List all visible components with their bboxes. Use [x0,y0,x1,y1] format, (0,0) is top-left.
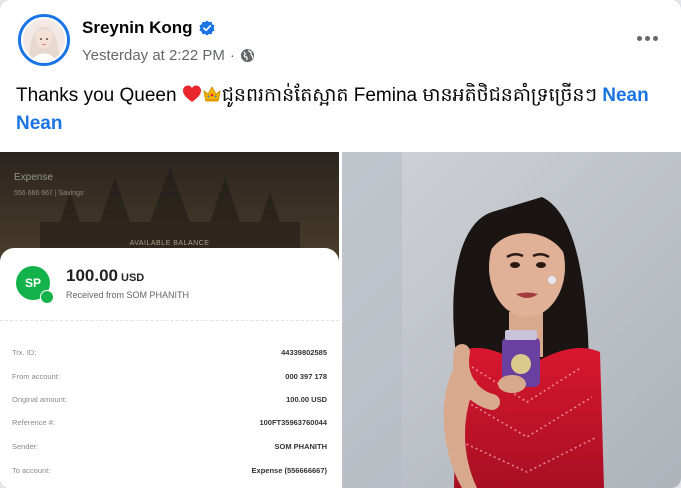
detail-row: Original amount: 100.00 USD [12,395,327,404]
post-header: Sreynin Kong Yesterday at 2:22 PM · [18,14,665,70]
post-timestamp[interactable]: Yesterday at 2:22 PM [82,47,225,64]
detail-value: 100.00 USD [286,395,327,404]
transaction-amount: 100.00 USD [66,266,144,286]
verified-badge-icon [199,20,215,36]
post-meta: Yesterday at 2:22 PM · [82,47,255,64]
more-dot [652,35,658,41]
divider [0,320,339,321]
amount-currency: USD [121,272,145,284]
post-card: Sreynin Kong Yesterday at 2:22 PM · Than… [0,0,681,488]
model-photo[interactable] [342,152,681,488]
detail-value: 100FT35963760044 [259,418,327,427]
detail-value: Expense (556666667) [251,466,327,475]
post-text-part: Thanks you Queen [16,85,177,106]
photo-grid: Expense 556 666 667 | Savings AVAILABLE … [0,152,681,488]
globe-icon[interactable] [240,48,255,63]
detail-value: SOM PHANITH [274,442,328,451]
amount-value: 100.00 [66,266,118,285]
received-from: Received from SOM PHANITH [66,290,190,300]
balance-label: AVAILABLE BALANCE [129,240,210,247]
more-options-icon[interactable] [629,20,665,56]
meta-separator: · [229,47,235,64]
detail-label: Original amount: [12,395,68,404]
detail-label: From account: [12,372,60,381]
account-number: 556 666 667 | Savings [14,190,84,197]
detail-value: 44339802585 [281,348,327,357]
transaction-card: SP 100.00 USD Received from SOM PHANITH T… [0,248,339,488]
more-dot [636,35,642,41]
receipt-photo[interactable]: Expense 556 666 667 | Savings AVAILABLE … [0,152,339,488]
detail-label: Reference #: [12,418,55,427]
detail-label: Trx. ID: [12,348,37,357]
detail-row: From account: 000 397 178 [12,372,327,381]
detail-row: To account: Expense (556666667) [12,466,327,475]
check-icon [40,290,54,304]
model-illustration [342,152,681,488]
detail-label: To account: [12,466,51,475]
post-text-khmer: ជូនពរកាន់តែស្អាត Femina មានអតិថិជនគាំទ្រ… [221,85,597,106]
author-name[interactable]: Sreynin Kong [82,18,193,38]
detail-row: Reference #: 100FT35963760044 [12,418,327,427]
detail-value: 000 397 178 [285,372,327,381]
detail-label: Sender: [12,442,39,451]
more-dot [644,35,650,41]
red-heart-emoji [182,85,201,102]
crown-emoji [203,86,221,102]
receipt-header: Expense 556 666 667 | Savings AVAILABLE … [0,152,339,262]
account-name: Expense [14,172,53,183]
detail-row: Sender: SOM PHANITH [12,442,327,451]
post-text: Thanks you Queen ជូនពរកាន់តែស្អាត Femina… [16,82,656,138]
author-avatar[interactable] [18,14,70,66]
author-row: Sreynin Kong [82,18,215,38]
avatar-image [23,19,65,61]
detail-row: Trx. ID: 44339802585 [12,348,327,357]
